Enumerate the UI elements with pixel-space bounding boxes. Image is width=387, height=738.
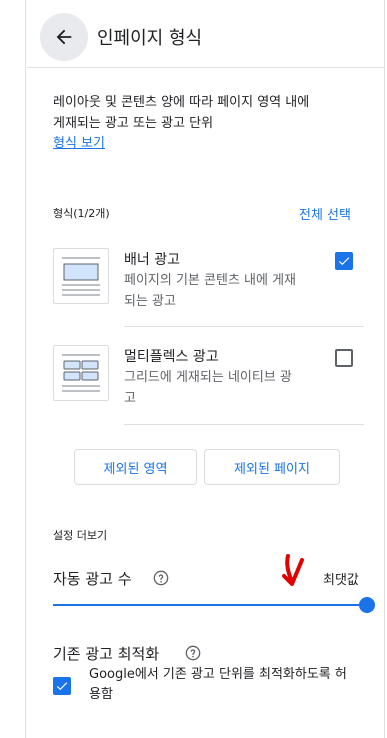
banner-ad-description: 페이지의 기본 콘텐츠 내에 게재 되는 광고 xyxy=(124,270,324,312)
multiplex-ad-title: 멀티플렉스 광고 xyxy=(124,349,219,365)
back-button[interactable] xyxy=(40,13,88,61)
help-icon[interactable] xyxy=(185,645,201,661)
optimize-existing-description: Google에서 기존 광고 단위를 최적화하도록 허 용함 xyxy=(89,665,359,705)
view-formats-link[interactable]: 형식 보기 xyxy=(53,132,105,151)
optimize-desc-line-2: 용함 xyxy=(89,687,113,702)
optimize-existing-checkbox[interactable] xyxy=(53,677,71,695)
intro-line-2: 게재되는 광고 또는 광고 단위 xyxy=(53,116,214,131)
check-icon xyxy=(338,257,350,266)
banner-ad-desc-line-1: 페이지의 기본 콘텐츠 내에 게재 xyxy=(124,273,297,288)
banner-ad-thumbnail xyxy=(53,248,109,304)
panel-header: 인페이지 형식 xyxy=(27,0,384,68)
banner-ad-title: 배너 광고 xyxy=(124,252,180,268)
max-value-label: 최댓값 xyxy=(323,573,359,588)
left-rail xyxy=(0,0,26,738)
check-icon xyxy=(56,682,68,691)
format-divider xyxy=(124,424,364,425)
optimize-existing-title: 기존 광고 최적화 xyxy=(53,645,160,663)
format-divider xyxy=(124,326,364,327)
excluded-pages-button[interactable]: 제외된 페이지 xyxy=(204,449,340,485)
select-all-button[interactable]: 전체 선택 xyxy=(299,204,351,223)
multiplex-ad-desc-line-2: 고 xyxy=(124,391,136,406)
formats-count-label: 형식(1/2개) xyxy=(53,207,110,220)
multiplex-ad-desc-line-1: 그리드에 게재되는 네이티브 광 xyxy=(124,370,292,385)
excluded-areas-button[interactable]: 제외된 영역 xyxy=(74,449,197,485)
intro-line-1: 레이아웃 및 콘텐츠 양에 따라 페이지 영역 내에 xyxy=(53,95,310,110)
red-annotation-arrow xyxy=(282,554,304,586)
page-title: 인페이지 형식 xyxy=(97,28,203,49)
intro-description: 레이아웃 및 콘텐츠 양에 따라 페이지 영역 내에 게재되는 광고 또는 광고… xyxy=(53,92,363,134)
auto-ads-label: 자동 광고 수 xyxy=(53,570,132,588)
arrow-back-icon xyxy=(56,29,72,45)
multiplex-ad-checkbox[interactable] xyxy=(335,349,353,367)
optimize-desc-line-1: Google에서 기존 광고 단위를 최적화하도록 허 xyxy=(89,667,347,682)
multiplex-ad-thumbnail xyxy=(53,345,109,401)
auto-ads-slider-track[interactable] xyxy=(53,604,367,606)
multiplex-ad-description: 그리드에 게재되는 네이티브 광 고 xyxy=(124,367,324,409)
banner-ad-checkbox[interactable] xyxy=(335,252,353,270)
help-icon[interactable] xyxy=(153,570,169,586)
more-settings-label: 설정 더보기 xyxy=(53,529,108,542)
auto-ads-slider-thumb[interactable] xyxy=(359,597,375,613)
banner-ad-desc-line-2: 되는 광고 xyxy=(124,294,176,309)
